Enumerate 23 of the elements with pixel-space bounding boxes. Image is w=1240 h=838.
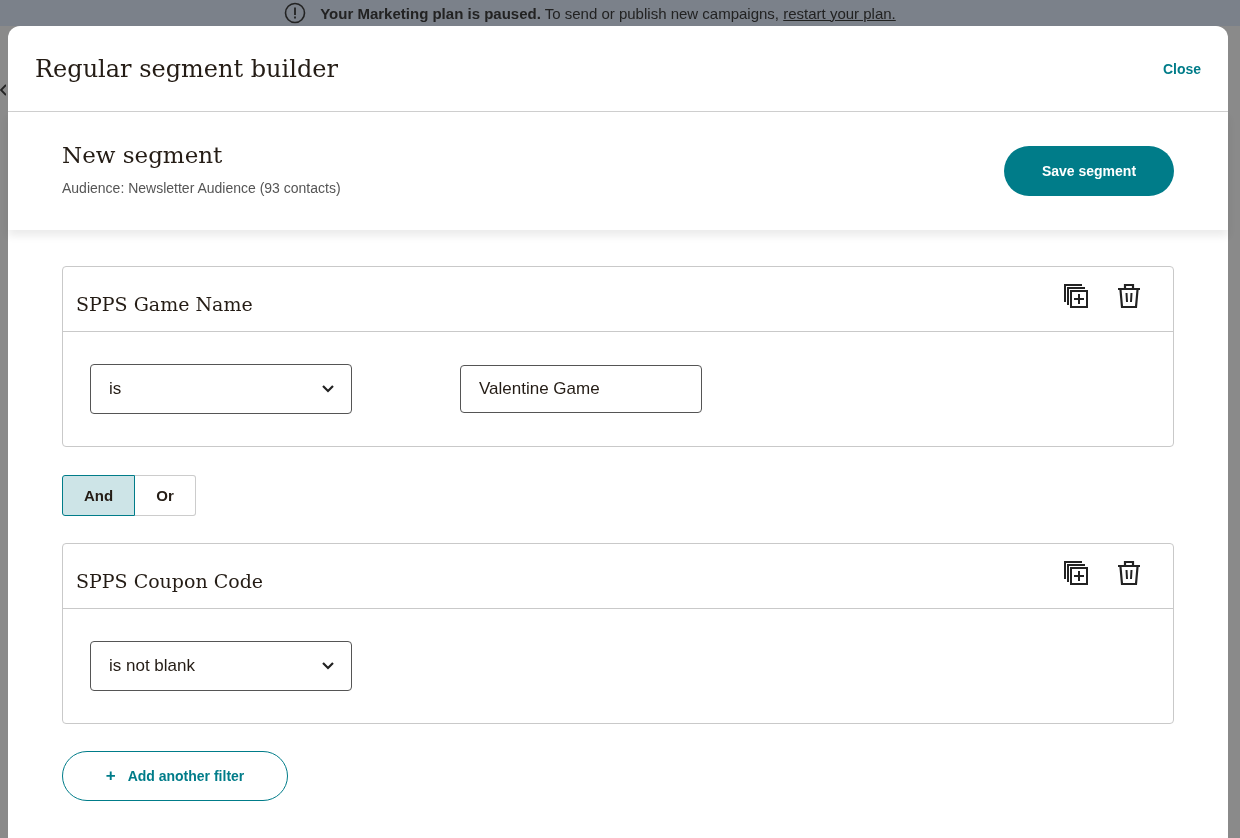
- trash-icon[interactable]: [1117, 560, 1141, 586]
- add-filter-button[interactable]: + Add another filter: [62, 751, 288, 801]
- segment-name: New segment: [62, 142, 224, 168]
- duplicate-icon[interactable]: [1063, 560, 1089, 586]
- save-segment-button[interactable]: Save segment: [1004, 146, 1174, 196]
- audience-text: Audience: Newsletter Audience (93 contacts): [62, 180, 341, 196]
- chevron-down-icon: [322, 662, 334, 670]
- chevron-down-icon: [322, 385, 334, 393]
- trash-icon[interactable]: [1117, 283, 1141, 309]
- warning-icon: [284, 2, 307, 24]
- condition-dropdown[interactable]: is: [90, 364, 352, 414]
- notice-text: Your Marketing plan is paused. To send or publish new campaigns, restart your plan.: [320, 4, 896, 22]
- filter-title: SPPS Coupon Code: [76, 570, 264, 592]
- value-input-field[interactable]: Valentine Game: [460, 365, 702, 413]
- filter-title: SPPS Game Name: [76, 293, 253, 315]
- duplicate-icon[interactable]: [1063, 283, 1089, 309]
- logic-toggle[interactable]: And: [62, 474, 135, 516]
- modal-title: Regular segment builder: [35, 54, 338, 83]
- chevron-icon: [0, 84, 6, 96]
- close-link[interactable]: Close: [1162, 60, 1201, 77]
- logic-toggle[interactable]: Or: [135, 474, 196, 516]
- condition-dropdown[interactable]: is not blank: [90, 641, 352, 691]
- restart-plan-link[interactable]: restart your plan.: [783, 4, 896, 22]
